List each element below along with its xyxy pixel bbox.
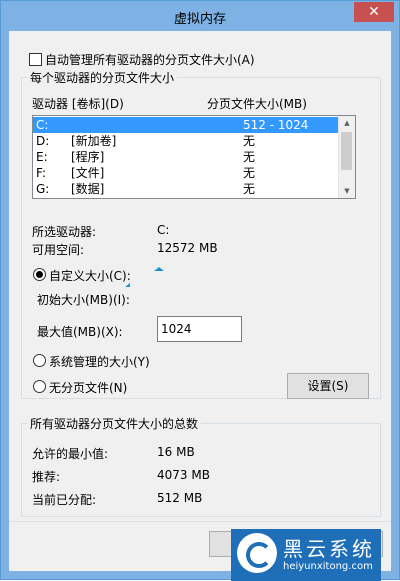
close-button[interactable]: ✕ — [354, 2, 394, 22]
system-managed-label[interactable]: 系统管理的大小(Y) — [49, 353, 150, 370]
footer-divider — [9, 521, 391, 522]
tip-marker-icon — [154, 267, 164, 271]
drive-letter: F: — [36, 166, 47, 180]
dialog-body: 自动管理所有驱动器的分页文件大小(A) 每个驱动器的分页文件大小 驱动器 [卷标… — [9, 31, 391, 571]
virtual-memory-dialog: 虚拟内存 ✕ 自动管理所有驱动器的分页文件大小(A) 每个驱动器的分页文件大小 … — [0, 0, 400, 581]
radio-selected-dot — [36, 271, 43, 278]
free-space-value: 12572 MB — [157, 241, 218, 255]
totals-group-title: 所有驱动器分页文件大小的总数 — [27, 415, 202, 432]
no-paging-radio[interactable] — [33, 380, 46, 393]
drive-letter: G: — [36, 182, 50, 196]
drive-size: 无 — [243, 150, 256, 164]
drives-group-title: 每个驱动器的分页文件大小 — [27, 69, 178, 86]
drive-letter: E: — [36, 150, 48, 164]
custom-size-label[interactable]: 自定义大小(C): — [49, 267, 131, 284]
column-header-size: 分页文件大小(MB) — [207, 97, 307, 111]
min-allowed-label: 允许的最小值: — [32, 447, 109, 461]
drive-label: [新加卷] — [71, 134, 117, 148]
tip-marker-icon — [125, 283, 130, 287]
drive-row-d[interactable]: D: [新加卷] 无 — [33, 133, 338, 149]
recommended-value: 4073 MB — [157, 468, 210, 482]
min-allowed-value: 16 MB — [157, 445, 195, 459]
column-header-drive: 驱动器 [卷标](D) — [32, 97, 124, 111]
max-size-label: 最大值(MB)(X): — [37, 325, 123, 339]
drive-label: [文件] — [71, 166, 105, 180]
selected-drive-label: 所选驱动器: — [32, 225, 97, 239]
drive-letter: D: — [36, 134, 50, 148]
selected-drive-value: C: — [157, 223, 170, 237]
drive-row-c[interactable]: C: 512 - 1024 — [33, 117, 338, 133]
free-space-label: 可用空间: — [32, 243, 85, 257]
max-size-input[interactable]: 1024 — [157, 316, 242, 342]
drive-list-scrollbar[interactable]: ▲ ▼ — [338, 116, 355, 198]
current-allocated-value: 512 MB — [157, 491, 203, 505]
system-managed-radio[interactable] — [33, 354, 46, 367]
drive-size: 512 - 1024 — [243, 118, 309, 132]
drive-label: [数据] — [71, 182, 105, 196]
swirl-logo-icon — [237, 533, 277, 573]
drive-letter: C: — [36, 118, 49, 132]
scroll-up-arrow-icon[interactable]: ▲ — [339, 116, 355, 130]
set-button[interactable]: 设置(S) — [287, 373, 369, 399]
drive-list[interactable]: C: 512 - 1024 D: [新加卷] 无 E: [程序] 无 F: [文… — [32, 115, 356, 199]
scrollbar-thumb[interactable] — [341, 132, 352, 170]
scroll-down-arrow-icon[interactable]: ▼ — [339, 184, 355, 198]
watermark-logo: 黑云系统 heiyunxitong.com — [231, 529, 381, 581]
custom-size-radio[interactable] — [33, 268, 46, 281]
drive-size: 无 — [243, 134, 256, 148]
current-allocated-label: 当前已分配: — [32, 493, 97, 507]
initial-size-label: 初始大小(MB)(I): — [37, 293, 130, 307]
watermark-url: heiyunxitong.com — [283, 561, 373, 572]
no-paging-label[interactable]: 无分页文件(N) — [49, 379, 127, 396]
auto-manage-checkbox[interactable] — [29, 53, 42, 66]
window-title: 虚拟内存 — [173, 12, 226, 27]
watermark-brand: 黑云系统 — [283, 537, 375, 561]
drive-row-f[interactable]: F: [文件] 无 — [33, 165, 338, 181]
title-bar[interactable]: 虚拟内存 ✕ — [1, 1, 399, 31]
drive-size: 无 — [243, 166, 256, 180]
recommended-label: 推荐: — [32, 470, 61, 484]
auto-manage-label[interactable]: 自动管理所有驱动器的分页文件大小(A) — [45, 51, 255, 68]
drive-label: [程序] — [71, 150, 105, 164]
drive-size: 无 — [243, 182, 256, 196]
drive-row-g[interactable]: G: [数据] 无 — [33, 181, 338, 197]
drive-row-e[interactable]: E: [程序] 无 — [33, 149, 338, 165]
